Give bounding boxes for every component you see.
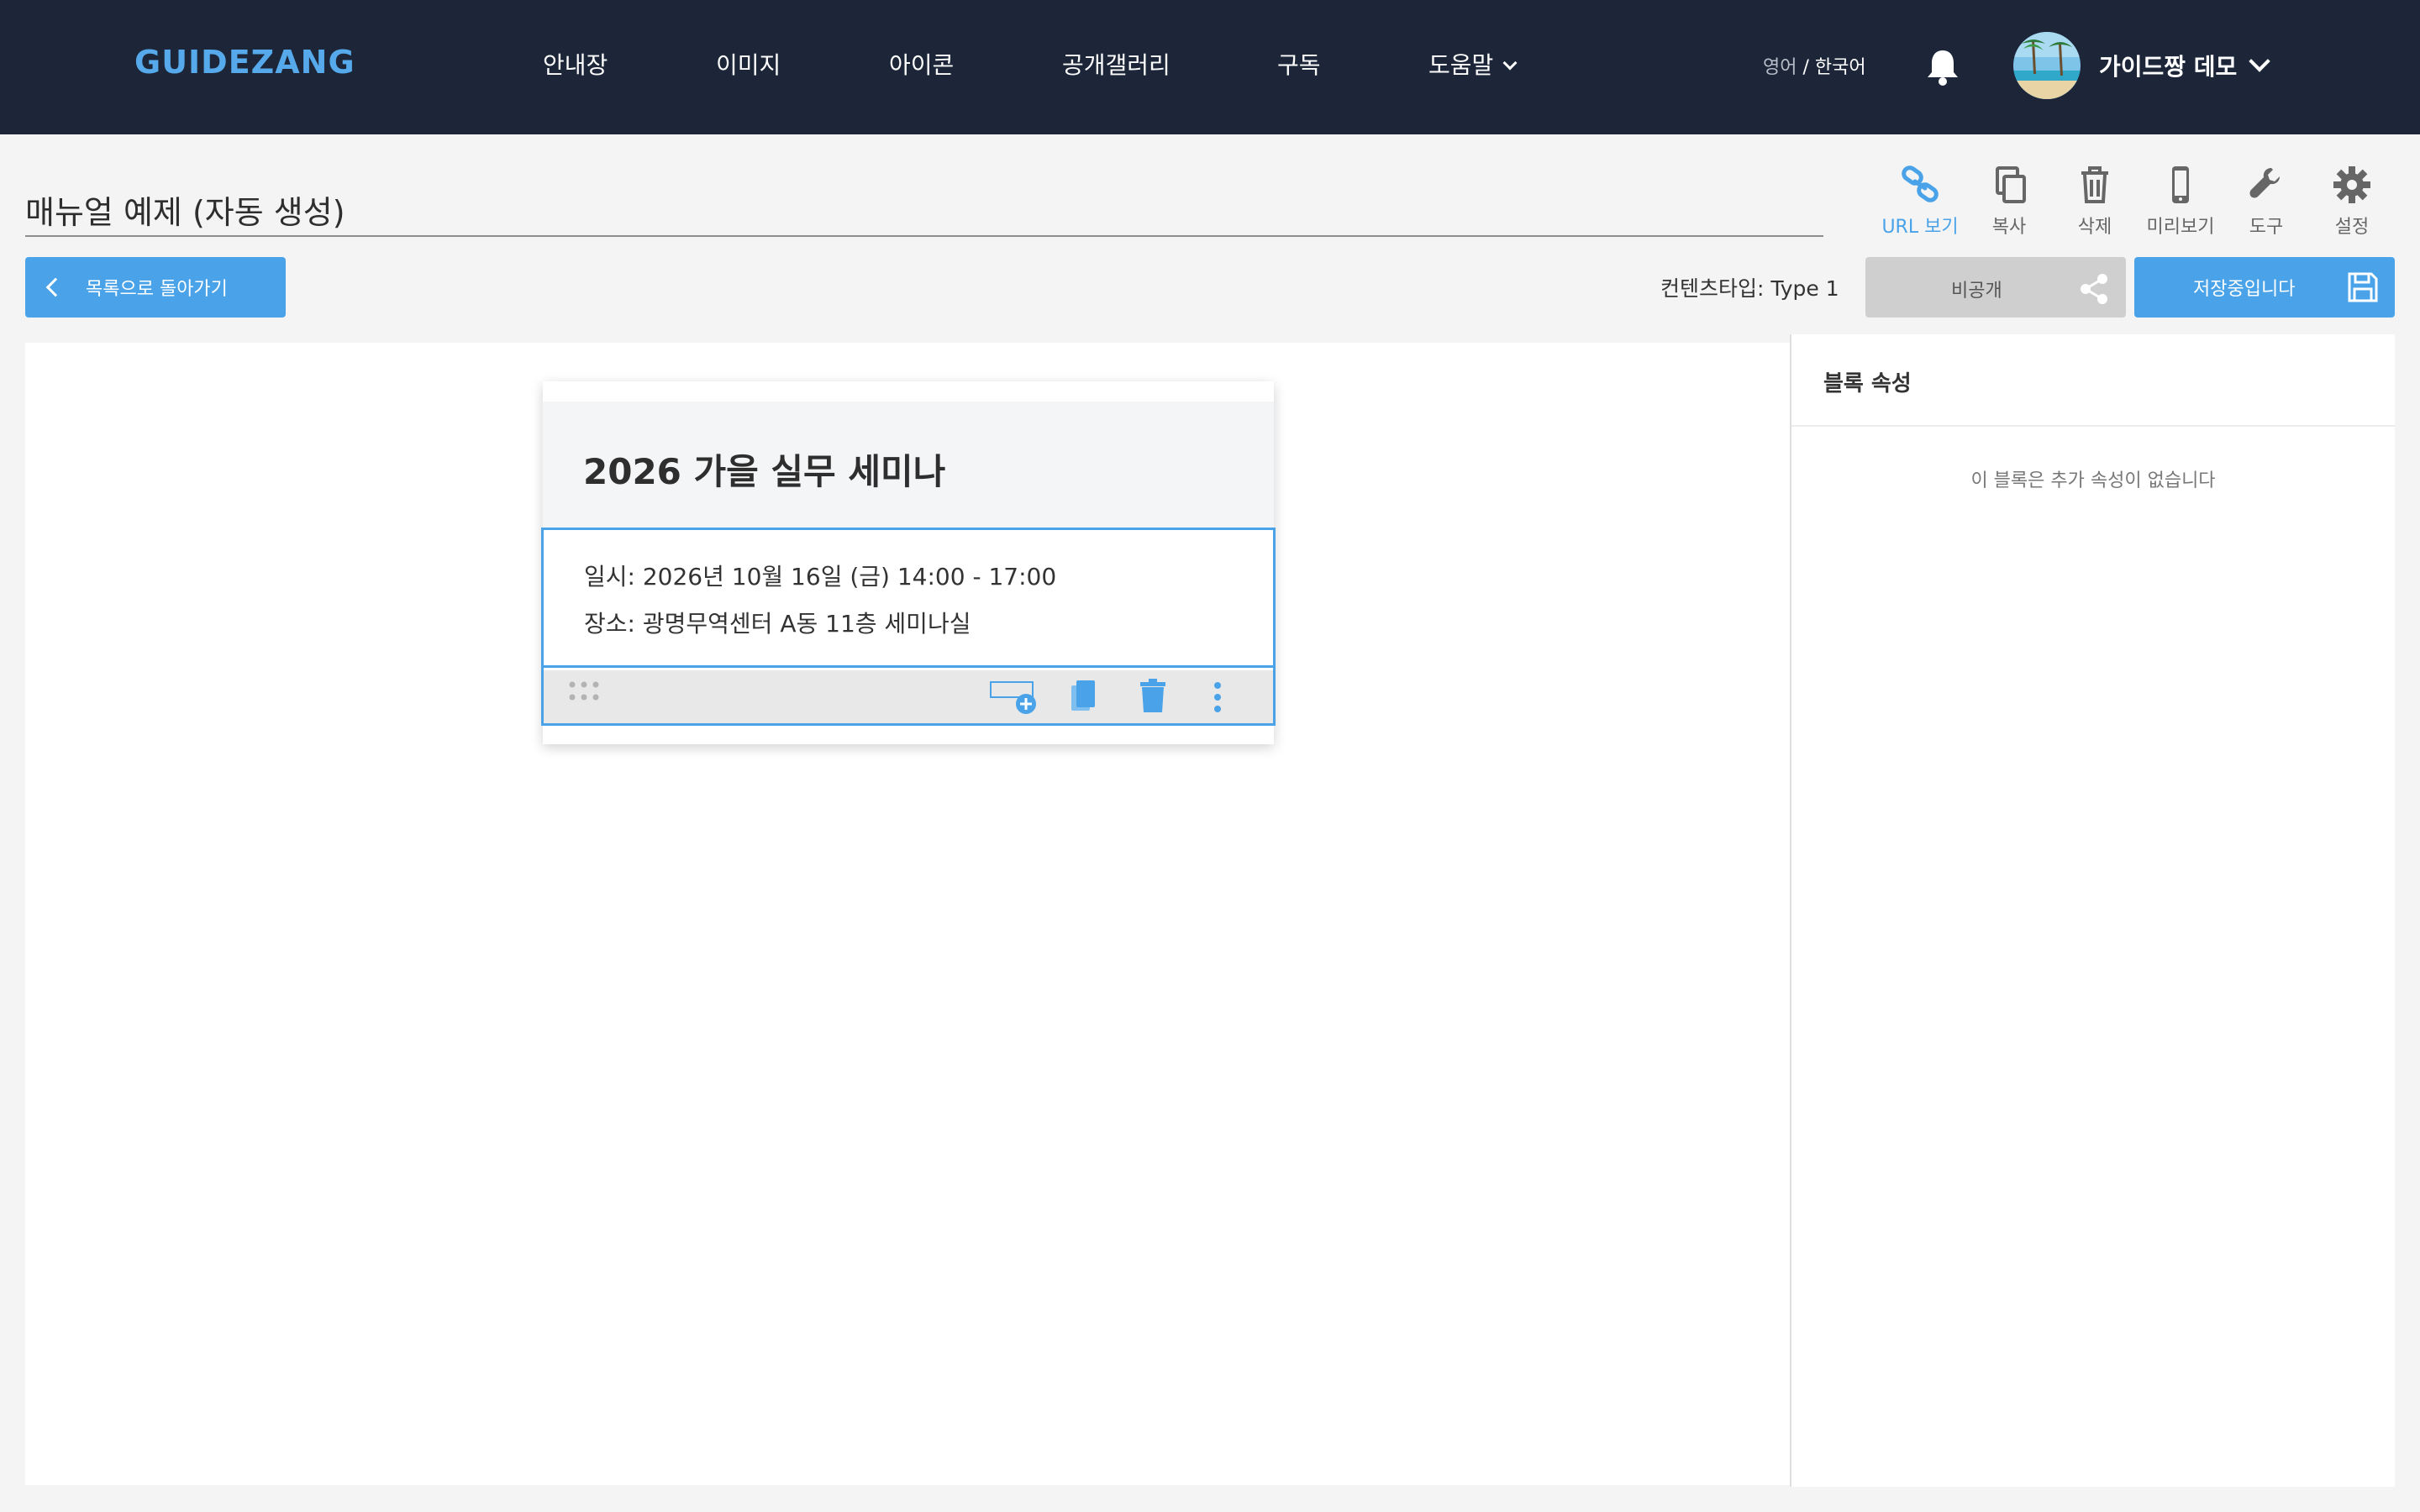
trash-icon[interactable] [1139, 679, 1167, 714]
duplicate-icon[interactable] [1068, 679, 1098, 714]
chevron-down-icon [1502, 55, 1518, 71]
nav-item-gallery[interactable]: 공개갤러리 [1062, 47, 1171, 81]
copy-icon [1996, 166, 2026, 203]
card-header-block[interactable]: 2026 가을 실무 세미나 [543, 402, 1274, 531]
selected-text-block[interactable]: 일시: 2026년 10월 16일 (금) 14:00 - 17:00 장소: … [541, 528, 1276, 726]
toolbar-url-button[interactable]: URL 보기 [1874, 165, 1966, 238]
nav-item-help-label: 도움말 [1428, 51, 1494, 79]
toolbar-preview-button[interactable]: 미리보기 [2134, 165, 2227, 238]
nav-item-icons[interactable]: 아이콘 [889, 47, 954, 81]
top-navigation: GUIDEZANG 안내장 이미지 아이콘 공개갤러리 구독 도움말 영어 / … [0, 0, 2420, 134]
avatar[interactable] [2013, 32, 2081, 99]
gear-icon [2333, 166, 2370, 203]
save-label: 저장중입니다 [2193, 279, 2296, 300]
toolbar-settings-label: 설정 [2334, 217, 2370, 238]
toolbar-delete-button[interactable]: 삭제 [2049, 165, 2141, 238]
text-block-body[interactable]: 일시: 2026년 10월 16일 (금) 14:00 - 17:00 장소: … [544, 530, 1273, 668]
block-properties-panel: 블록 속성 이 블록은 추가 속성이 없습니다 [1790, 334, 2395, 1487]
panel-empty-message: 이 블록은 추가 속성이 없습니다 [1970, 470, 2216, 491]
language-switch[interactable]: 영어 / 한국어 [1763, 52, 1866, 79]
share-icon [2081, 274, 2107, 304]
visibility-button[interactable]: 비공개 [1865, 257, 2126, 318]
toolbar-copy-button[interactable]: 복사 [1963, 165, 2055, 238]
visibility-label: 비공개 [1951, 281, 2002, 302]
chevron-left-icon [45, 277, 66, 297]
title-underline [25, 235, 1823, 237]
save-button[interactable]: 저장중입니다 [2134, 257, 2395, 318]
toolbar-preview-label: 미리보기 [2146, 217, 2215, 238]
back-to-list-label: 목록으로 돌아가기 [86, 279, 228, 300]
event-location-text[interactable]: 장소: 광명무역센터 A동 11층 세미나실 [584, 606, 971, 639]
more-vertical-icon[interactable] [1211, 679, 1224, 716]
drag-handle-icon[interactable] [567, 679, 601, 704]
language-separator: / [1797, 57, 1815, 78]
toolbar-delete-label: 삭제 [2077, 217, 2112, 238]
nav-item-images[interactable]: 이미지 [716, 47, 781, 81]
block-toolbar [544, 670, 1273, 723]
event-datetime-text[interactable]: 일시: 2026년 10월 16일 (금) 14:00 - 17:00 [584, 559, 1056, 592]
document-title[interactable]: 매뉴얼 예제 (자동 생성) [25, 186, 345, 233]
language-english[interactable]: 영어 [1763, 57, 1797, 78]
panel-divider [1791, 425, 2395, 427]
card-title[interactable]: 2026 가을 실무 세미나 [583, 444, 945, 495]
chevron-down-icon[interactable] [2249, 50, 2270, 72]
content-type-label: 컨텐츠타입: Type 1 [1660, 276, 1839, 301]
nav-item-help[interactable]: 도움말 [1428, 47, 1518, 81]
back-to-list-button[interactable]: 목록으로 돌아가기 [25, 257, 286, 318]
user-name[interactable]: 가이드짱 데모 [2099, 49, 2237, 82]
nav-item-guide[interactable]: 안내장 [543, 47, 608, 81]
content-card: 2026 가을 실무 세미나 일시: 2026년 10월 16일 (금) 14:… [541, 381, 1276, 744]
save-icon [2348, 272, 2378, 302]
trash-icon [2081, 166, 2108, 203]
mobile-icon [2172, 166, 2189, 203]
toolbar-tools-label: 도구 [2249, 217, 2284, 238]
panel-title: 블록 속성 [1823, 371, 1912, 396]
toolbar-copy-label: 복사 [1991, 217, 2027, 238]
link-icon [1902, 165, 1939, 202]
language-korean[interactable]: 한국어 [1815, 57, 1866, 78]
toolbar-settings-button[interactable]: 설정 [2306, 165, 2398, 238]
toolbar-url-label: URL 보기 [1881, 217, 1959, 238]
nav-item-subscribe[interactable]: 구독 [1277, 47, 1321, 81]
bell-icon[interactable] [1924, 47, 1961, 86]
wrench-icon [2249, 168, 2280, 198]
add-block-icon[interactable] [989, 679, 1039, 716]
logo[interactable]: GUIDEZANG [134, 44, 355, 81]
toolbar-tools-button[interactable]: 도구 [2220, 165, 2312, 238]
